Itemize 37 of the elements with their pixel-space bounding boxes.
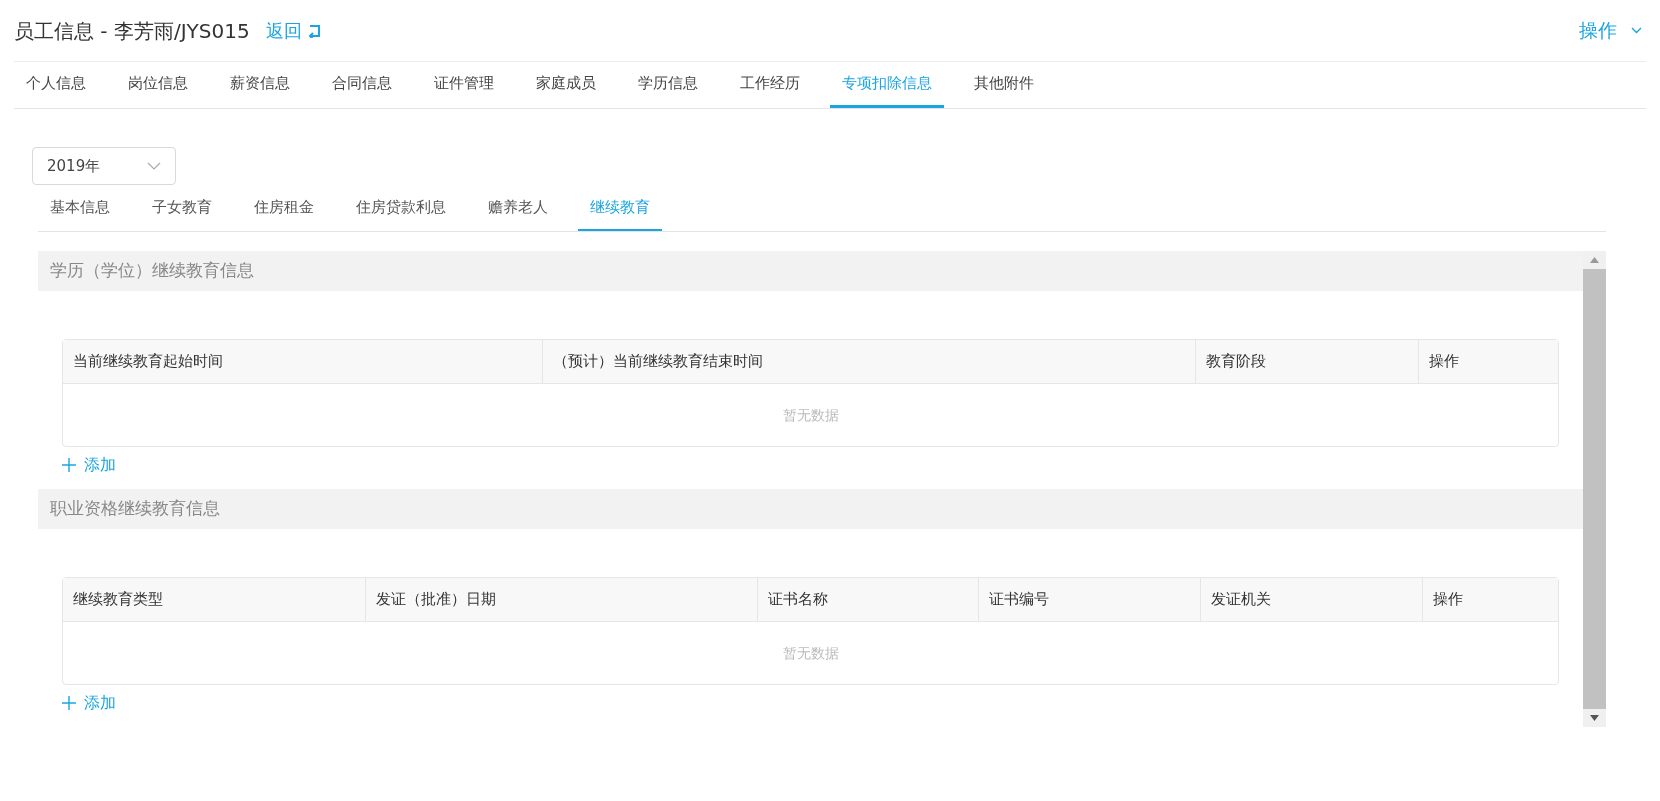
section-header: 学历（学位）继续教育信息 [38,251,1583,291]
column-header: 证书编号 [979,578,1201,621]
column-header: 当前继续教育起始时间 [63,340,543,383]
caret-icon [1631,27,1642,34]
tab[interactable]: 个人信息 [14,62,98,108]
page-title: 员工信息 - 李芳雨/JYS015 [14,17,250,45]
tab[interactable]: 其他附件 [962,62,1046,108]
column-header: 发证机关 [1200,578,1424,621]
tab[interactable]: 岗位信息 [116,62,200,108]
column-header: 操作 [1432,589,1465,611]
chevron-down-icon [147,162,161,170]
plus-icon [62,458,76,472]
column-header: 继续教育类型 [63,578,367,621]
sub-tab[interactable]: 住房租金 [242,185,326,231]
plus-icon [62,696,76,710]
sub-tab[interactable]: 赡养老人 [476,185,560,231]
tab[interactable]: 学历信息 [626,62,710,108]
sub-tab[interactable]: 子女教育 [140,185,224,231]
scroll-down-icon [1590,715,1599,721]
empty-message: 暂无数据 [782,405,839,425]
column-header: 教育阶段 [1196,340,1419,383]
return-icon [307,23,322,38]
column-header: 发证（批准）日期 [366,578,759,621]
scroll-up-icon [1590,257,1599,263]
tab[interactable]: 薪资信息 [218,62,302,108]
sub-tab[interactable]: 基本信息 [38,185,122,231]
column-header: （预计）当前继续教育结束时间 [542,340,1197,383]
column-header: 证书名称 [758,578,980,621]
sub-tab[interactable]: 住房贷款利息 [344,185,458,231]
tab[interactable]: 合同信息 [320,62,404,108]
empty-message: 暂无数据 [782,643,839,663]
section-header: 职业资格继续教育信息 [38,489,1583,529]
tab[interactable]: 工作经历 [728,62,812,108]
year-select[interactable]: 2019年 [32,147,176,185]
tab[interactable]: 家庭成员 [524,62,608,108]
column-header: 操作 [1427,351,1460,373]
tab[interactable]: 证件管理 [422,62,506,108]
